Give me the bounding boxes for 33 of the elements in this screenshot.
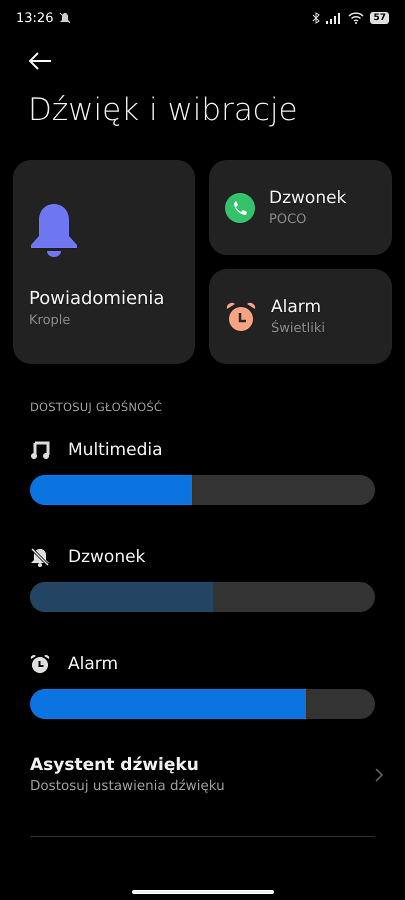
volume-label: Dzwonek [68,547,146,567]
assistant-subtitle: Dostosuj ustawienia dźwięku [30,778,225,794]
card-title: Dzwonek [269,188,346,208]
bell-icon [29,202,79,258]
card-subtitle: Krople [29,313,72,328]
volume-label: Multimedia [68,440,163,460]
music-note-icon [30,440,50,460]
muted-bell-icon [59,12,72,24]
phone-icon [225,192,255,222]
chevron-icon [375,768,383,782]
alarm-clock-icon [30,654,50,674]
muted-bell-icon [30,547,50,567]
back-icon[interactable] [28,52,52,70]
page-title: Dźwięk i wibracje [28,92,299,128]
bluetooth-icon [312,12,320,24]
volume-slider[interactable] [30,689,375,719]
status-time: 13:26 [16,10,54,26]
signal-icon [326,12,342,24]
card-subtitle: Świetliki [271,321,325,336]
sound-card[interactable]: Alarm Świetliki [209,269,392,364]
volume-slider[interactable] [30,475,375,505]
alarm-clock-icon [225,300,257,332]
battery-level: 57 [370,12,389,24]
card-title: Alarm [271,297,322,317]
card-title: Powiadomienia [29,288,166,309]
sound-card[interactable]: Powiadomienia Krople [13,160,195,364]
sound-card[interactable]: Dzwonek POCO [209,160,392,255]
volume-slider[interactable] [30,582,375,612]
section-label: DOSTOSUJ GŁOŚNOŚĆ [30,400,164,414]
volume-label: Alarm [68,654,118,674]
card-subtitle: POCO [269,212,308,227]
assistant-title: Asystent dźwięku [30,755,200,775]
wifi-icon [348,12,364,24]
